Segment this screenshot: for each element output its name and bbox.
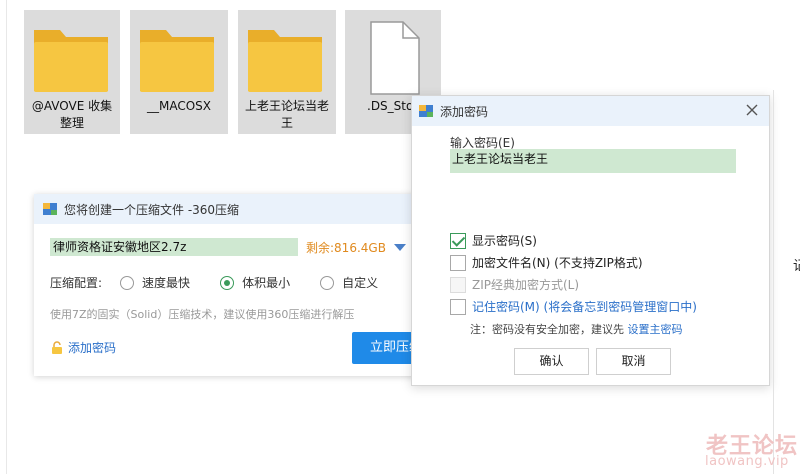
- watermark-url: laowang.vip: [705, 454, 789, 469]
- window-left-border: [6, 0, 7, 474]
- checkbox-checked-icon: [450, 232, 466, 249]
- zip-classic-encryption-option: ZIP经典加密方式(L): [450, 276, 579, 293]
- checkbox-icon: [450, 298, 466, 315]
- set-master-password-link[interactable]: 设置主密码: [628, 323, 683, 336]
- solid-compression-hint: 使用7Z的固实（Solid）压缩技术，建议使用360压缩进行解压: [50, 308, 355, 321]
- 360zip-app-icon: [419, 105, 433, 117]
- output-path-field[interactable]: 律师资格证安徽地区2.7z: [50, 238, 298, 256]
- security-note: 注：密码没有安全加密，建议先 设置主密码: [470, 323, 683, 336]
- encrypt-filenames-option[interactable]: 加密文件名(N) (不支持ZIP格式): [450, 254, 643, 271]
- file-name: @AVOVE 收集 整理: [31, 99, 113, 130]
- document-icon: [370, 21, 420, 95]
- unlock-icon: [52, 340, 62, 354]
- folder-icon: [34, 30, 108, 92]
- remember-password-option[interactable]: 记住密码(M) (将会备忘到密码管理窗口中): [450, 298, 697, 315]
- folder-icon: [140, 30, 214, 92]
- clipped-edge-text: 记: [793, 259, 800, 274]
- config-label: 压缩配置:: [50, 276, 103, 290]
- cancel-button[interactable]: 取消: [596, 348, 671, 375]
- free-space-label: 剩余:816.4GB: [306, 240, 386, 255]
- compress-window-title-bar: 您将创建一个压缩文件 -360压缩: [34, 194, 434, 224]
- checkbox-icon: [450, 254, 466, 271]
- file-tile-avove[interactable]: @AVOVE 收集 整理: [24, 10, 120, 134]
- file-tile-laowang[interactable]: 上老王论坛当老 王: [238, 10, 336, 134]
- compress-window-title: 您将创建一个压缩文件 -360压缩: [64, 202, 240, 217]
- radio-fastest[interactable]: 速度最快: [120, 274, 190, 291]
- dialog-title: 添加密码: [440, 104, 489, 119]
- ok-button[interactable]: 确认: [514, 348, 589, 375]
- file-name: __MACOSX: [146, 99, 211, 113]
- output-path-row: 律师资格证安徽地区2.7z 剩余:816.4GB: [50, 238, 420, 256]
- radio-circle-icon: [120, 275, 135, 290]
- radio-circle-icon: [320, 275, 335, 290]
- compress-config-row: 压缩配置: 速度最快 体积最小 自定义: [50, 274, 420, 291]
- checkbox-disabled-icon: [450, 276, 466, 293]
- dialog-title-bar: 添加密码: [412, 96, 769, 126]
- window-right-border: [773, 90, 774, 474]
- password-input[interactable]: 上老王论坛当老王: [450, 149, 736, 173]
- add-password-dialog: 添加密码 输入密码(E) 上老王论坛当老王 显示密码(S) 加密文件名(N) (…: [411, 95, 770, 386]
- add-password-link[interactable]: 添加密码: [50, 339, 116, 356]
- dropdown-arrow-icon[interactable]: [393, 243, 406, 251]
- 360zip-app-icon: [43, 203, 57, 215]
- file-tile-macosx[interactable]: __MACOSX: [130, 10, 228, 134]
- radio-selected-icon: [220, 275, 235, 290]
- compress-window: 您将创建一个压缩文件 -360压缩 律师资格证安徽地区2.7z 剩余:816.4…: [34, 194, 442, 376]
- show-password-option[interactable]: 显示密码(S): [450, 232, 537, 249]
- folder-icon: [248, 30, 322, 92]
- file-name: 上老王论坛当老 王: [244, 99, 329, 130]
- radio-smallest[interactable]: 体积最小: [220, 274, 290, 291]
- close-icon[interactable]: [745, 103, 759, 117]
- radio-custom[interactable]: 自定义: [320, 274, 378, 291]
